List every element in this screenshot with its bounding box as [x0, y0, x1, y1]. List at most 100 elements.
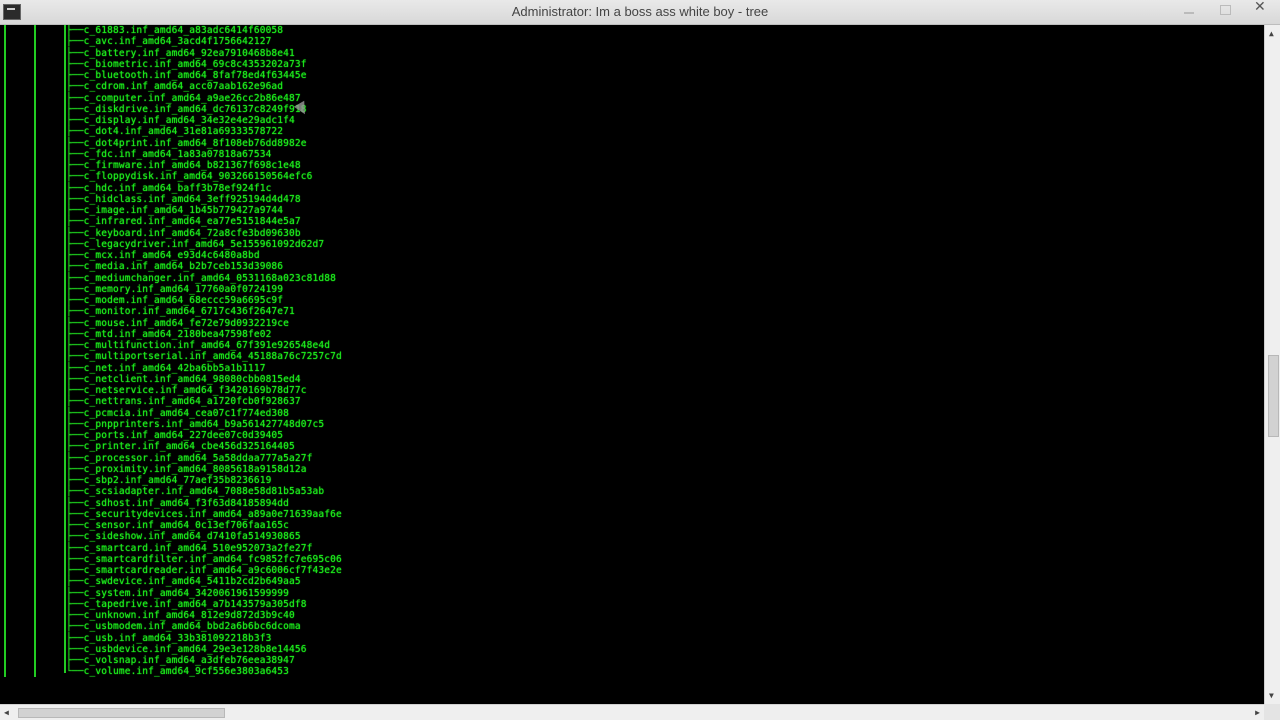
tree-branch: ├── — [66, 418, 84, 430]
console-output[interactable]: ├──c_61883.inf_amd64_a83adc6414f60058 ├──… — [0, 25, 1264, 704]
title-bar[interactable]: Administrator: Im a boss ass white boy -… — [0, 0, 1280, 25]
tree-entry: ├──c_61883.inf_amd64_a83adc6414f60058 — [66, 25, 342, 36]
tree-branch: ├── — [66, 295, 84, 306]
close-button[interactable]: ✕ — [1244, 0, 1278, 20]
tree-entry: ├──c_proximity.inf_amd64_8085618a9158d12… — [66, 464, 342, 475]
tree-branch: ├── — [66, 171, 84, 183]
vertical-scrollbar[interactable]: ▲ ▼ — [1264, 25, 1280, 704]
tree-entry-name: c_swdevice.inf_amd64_5411b2cd2b649aa5 — [83, 576, 301, 588]
horizontal-scroll-thumb[interactable] — [18, 708, 225, 718]
tree-entry-name: c_memory.inf_amd64_17760a0f0724199 — [83, 283, 284, 295]
tree-entry: ├──c_smartcardfilter.inf_amd64_fc9852fc7… — [66, 554, 342, 565]
tree-entry: ├──c_keyboard.inf_amd64_72a8cfe3bd09630b — [66, 228, 342, 239]
tree-branch: ├── — [66, 25, 84, 36]
tree-entry: ├──c_netservice.inf_amd64_f3420169b78d77… — [66, 385, 342, 396]
tree-entry-name: c_legacydriver.inf_amd64_5e155961092d62d… — [83, 238, 325, 250]
minimize-button[interactable] — [1172, 0, 1206, 20]
tree-entry-name: c_battery.inf_amd64_92ea7910468b8e41 — [83, 47, 295, 59]
tree-entry-name: c_pnpprinters.inf_amd64_b9a561427748d07c… — [83, 418, 325, 430]
tree-entry: └──c_volume.inf_amd64_9cf556e3803a6453 — [66, 666, 342, 677]
tree-entry: ├──c_multifunction.inf_amd64_67f391e9265… — [66, 340, 342, 351]
tree-entry: ├──c_memory.inf_amd64_17760a0f0724199 — [66, 284, 342, 295]
scroll-right-icon[interactable]: ▶ — [1255, 708, 1260, 717]
tree-entry-name: c_smartcard.inf_amd64_510e952073a2fe27f — [83, 542, 313, 554]
scrollbar-corner — [1264, 704, 1280, 720]
tree-entry: ├──c_hidclass.inf_amd64_3eff925194d4d478 — [66, 194, 342, 205]
tree-branch: ├── — [66, 542, 84, 554]
tree-branch: ├── — [66, 103, 84, 115]
tree-entry-name: c_firmware.inf_amd64_b821367f698c1e48 — [83, 160, 301, 171]
tree-entry: ├──c_unknown.inf_amd64_812e9d872d3b9c40 — [66, 610, 342, 621]
tree-entry: ├──c_battery.inf_amd64_92ea7910468b8e41 — [66, 48, 342, 59]
tree-vertical-line — [4, 25, 6, 677]
tree-entry-name: c_biometric.inf_amd64_69c8c4353202a73f — [83, 58, 307, 70]
tree-entry-name: c_modem.inf_amd64_68eccc59a6695c9f — [83, 295, 284, 306]
tree-entry: ├──c_pcmcia.inf_amd64_cea07c1f774ed308 — [66, 408, 342, 419]
tree-entry: ├──c_sideshow.inf_amd64_d7410fa514930865 — [66, 531, 342, 542]
tree-entry-name: c_ports.inf_amd64_227dee07c0d39405 — [83, 430, 284, 441]
tree-entry: ├──c_printer.inf_amd64_cbe456d325164405 — [66, 441, 342, 452]
tree-branch: ├── — [66, 272, 84, 284]
tree-entry-name: c_keyboard.inf_amd64_72a8cfe3bd09630b — [83, 227, 301, 239]
tree-branch: ├── — [66, 587, 84, 599]
tree-branch: ├── — [66, 216, 84, 228]
tree-entry: ├──c_swdevice.inf_amd64_5411b2cd2b649aa5 — [66, 576, 342, 587]
tree-branch: ├── — [66, 193, 84, 205]
tree-entry-name: c_sdhost.inf_amd64_f3f63d84185894dd — [83, 497, 290, 509]
tree-entry: ├──c_media.inf_amd64_b2b7ceb153d39086 — [66, 261, 342, 272]
tree-entry-name: c_nettrans.inf_amd64_a1720fcb0f928637 — [83, 396, 301, 408]
tree-branch: ├── — [66, 182, 84, 194]
tree-entry-name: c_smartcardfilter.inf_amd64_fc9852fc7e69… — [83, 553, 342, 565]
tree-entry-name: c_smartcardreader.inf_amd64_a9c6006cf7f4… — [83, 565, 342, 576]
tree-entry-name: c_processor.inf_amd64_5a58ddaa777a5a27f — [83, 452, 313, 464]
scroll-left-icon[interactable]: ◀ — [4, 708, 9, 717]
tree-branch: ├── — [66, 362, 84, 374]
close-icon: ✕ — [1254, 0, 1266, 15]
tree-branch: ├── — [66, 475, 84, 486]
tree-entry-name: c_securitydevices.inf_amd64_a89a0e71639a… — [83, 508, 342, 520]
tree-entry-name: c_sideshow.inf_amd64_d7410fa514930865 — [83, 531, 301, 543]
tree-entry-name: c_sbp2.inf_amd64_77aef35b8236619 — [83, 475, 272, 486]
maximize-button[interactable] — [1208, 0, 1242, 20]
tree-branch: ├── — [66, 621, 84, 633]
tree-branch: ├── — [66, 553, 84, 565]
tree-entry-name: c_unknown.inf_amd64_812e9d872d3b9c40 — [83, 610, 295, 621]
tree-entry-name: c_multifunction.inf_amd64_67f391e926548e… — [83, 340, 331, 351]
tree-entry: ├──c_scsiadapter.inf_amd64_7088e58d81b5a… — [66, 486, 342, 497]
tree-entry: ├──c_pnpprinters.inf_amd64_b9a561427748d… — [66, 419, 342, 430]
vertical-scroll-thumb[interactable] — [1268, 355, 1279, 437]
tree-entry-name: c_61883.inf_amd64_a83adc6414f60058 — [83, 25, 284, 36]
tree-entry: ├──c_mtd.inf_amd64_2180bea47598fe02 — [66, 329, 342, 340]
scroll-up-icon[interactable]: ▲ — [1269, 29, 1274, 38]
tree-entry: ├──c_dot4.inf_amd64_31e81a69333578722 — [66, 126, 342, 137]
tree-entry-name: c_bluetooth.inf_amd64_8faf78ed4f63445e — [83, 70, 307, 81]
tree-entry: ├──c_hdc.inf_amd64_baff3b78ef924f1c — [66, 183, 342, 194]
tree-entry: ├──c_fdc.inf_amd64_1a83a07818a67534 — [66, 149, 342, 160]
tree-entry-name: c_system.inf_amd64_3420061961599999 — [83, 587, 290, 599]
tree-entry-name: c_display.inf_amd64_34e32e4e29adc1f4 — [83, 115, 295, 126]
tree-entry-name: c_pcmcia.inf_amd64_cea07c1f774ed308 — [83, 407, 290, 419]
window-title: Administrator: Im a boss ass white boy -… — [511, 4, 769, 19]
horizontal-scrollbar[interactable]: ◀ ▶ — [0, 704, 1264, 720]
tree-entry-name: c_infrared.inf_amd64_ea77e5151844e5a7 — [83, 216, 301, 228]
tree-entry: ├──c_smartcard.inf_amd64_510e952073a2fe2… — [66, 543, 342, 554]
tree-branch: ├── — [66, 565, 84, 576]
tree-branch: ├── — [66, 126, 84, 138]
tree-branch: ├── — [66, 610, 84, 621]
tree-listing: ├──c_61883.inf_amd64_a83adc6414f60058 ├──… — [66, 25, 342, 678]
tree-branch: ├── — [66, 160, 84, 171]
tree-branch: ├── — [66, 520, 84, 531]
scroll-down-icon[interactable]: ▼ — [1269, 691, 1274, 700]
tree-branch: ├── — [66, 497, 84, 509]
tree-branch: ├── — [66, 441, 84, 453]
tree-entry-name: c_computer.inf_amd64_a9ae26cc2b86e487 — [83, 92, 301, 104]
tree-branch: ├── — [66, 396, 84, 408]
tree-entry: ├──c_avc.inf_amd64_3acd4f1756642127 — [66, 36, 342, 47]
tree-entry: ├──c_nettrans.inf_amd64_a1720fcb0f928637 — [66, 396, 342, 407]
tree-entry: ├──c_multiportserial.inf_amd64_45188a76c… — [66, 351, 342, 362]
tree-branch: ├── — [66, 486, 84, 498]
tree-entry: ├──c_volsnap.inf_amd64_a3dfeb76eea38947 — [66, 655, 342, 666]
tree-branch: ├── — [66, 238, 84, 250]
tree-entry-name: c_diskdrive.inf_amd64_dc76137c8249f918 — [83, 103, 307, 115]
tree-entry-name: c_sensor.inf_amd64_0c13ef706faa165c — [83, 520, 290, 531]
